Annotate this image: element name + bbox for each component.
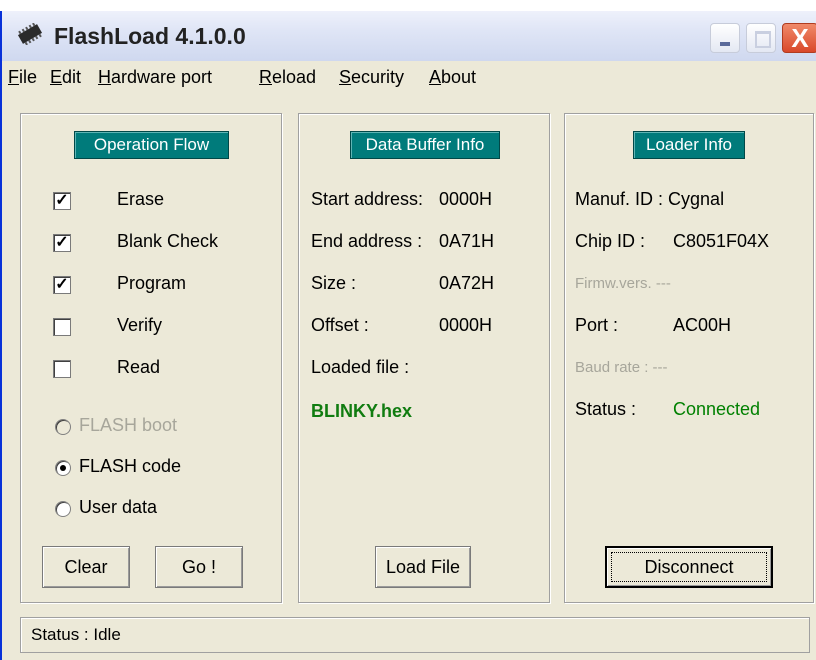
loaded-file-label: Loaded file : (311, 357, 410, 377)
chip-id-label: Chip ID : (575, 231, 646, 251)
start-address-label: Start address: (311, 189, 424, 209)
flash-code-radio[interactable] (55, 460, 71, 476)
app-window: FlashLoad 4.1.0.0 X File Edit Hardware p… (0, 11, 816, 660)
offset-value: 0000H (439, 315, 493, 335)
size-value: 0A72H (439, 273, 495, 293)
menu-reload[interactable]: Reload (259, 67, 316, 88)
loader-status-value: Connected (673, 399, 761, 419)
load-file-button[interactable]: Load File (375, 546, 471, 588)
menu-bar: File Edit Hardware port Reload Security … (2, 61, 816, 95)
menu-edit-label: Edit (50, 67, 82, 87)
loader-info-title: Loader Info (633, 131, 745, 159)
erase-checkbox[interactable]: ✓ (53, 192, 71, 210)
user-data-label: User data (79, 497, 158, 517)
step-blank-check-label: Blank Check (117, 231, 219, 251)
menu-mnemonic: E (50, 67, 63, 87)
step-verify-label: Verify (117, 315, 163, 335)
flash-boot-radio (55, 419, 71, 435)
port-label: Port : (575, 315, 619, 335)
end-address-label: End address : (311, 231, 423, 251)
disconnect-button[interactable]: Disconnect (605, 546, 773, 588)
loaded-file-name: BLINKY.hex (311, 401, 413, 421)
start-address-value: 0000H (439, 189, 493, 209)
menu-mnemonic: H (98, 67, 111, 87)
menu-mnemonic: F (8, 67, 19, 87)
firmware-version: Firmw.vers. --- (575, 275, 671, 292)
menu-about-label: About (429, 67, 477, 87)
data-buffer-title: Data Buffer Info (350, 131, 500, 159)
offset-label: Offset : (311, 315, 369, 335)
menu-reload-label: Reload (259, 67, 317, 87)
flash-code-label: FLASH code (79, 456, 182, 476)
menu-edit[interactable]: Edit (50, 67, 81, 88)
size-label: Size : (311, 273, 357, 293)
read-checkbox[interactable] (53, 360, 71, 378)
status-bar: Status : Idle (20, 617, 810, 653)
data-buffer-panel: Data Buffer Info Start address: 0000H En… (298, 113, 550, 603)
blank-check-checkbox[interactable]: ✓ (53, 234, 71, 252)
menu-mnemonic: R (259, 67, 272, 87)
minimize-icon[interactable] (710, 23, 740, 53)
menu-file[interactable]: File (8, 67, 37, 88)
menu-about[interactable]: About (429, 67, 476, 88)
radio-dot (60, 465, 66, 471)
operation-flow-title: Operation Flow (74, 131, 229, 159)
step-program-label: Program (117, 273, 187, 293)
menu-security[interactable]: Security (339, 67, 404, 88)
menu-security-label: Security (339, 67, 405, 87)
chip-id-value: C8051F04X (673, 231, 770, 251)
menu-mnemonic: S (339, 67, 352, 87)
loader-status-label: Status : (575, 399, 637, 419)
title-bar[interactable]: FlashLoad 4.1.0.0 X (2, 11, 816, 62)
menu-hardware-port-label: Hardware port (98, 67, 213, 87)
manufacturer-id: Manuf. ID : Cygnal (575, 189, 725, 209)
step-read-label: Read (117, 357, 161, 377)
go-button[interactable]: Go ! (155, 546, 243, 588)
menu-hardware-port[interactable]: Hardware port (98, 67, 212, 88)
flash-boot-label: FLASH boot (79, 415, 178, 435)
loader-info-panel: Loader Info Manuf. ID : Cygnal Chip ID :… (564, 113, 814, 603)
menu-file-label: File (8, 67, 38, 87)
close-glyph: X (791, 23, 809, 53)
clear-button[interactable]: Clear (42, 546, 130, 588)
chip-icon (17, 23, 43, 45)
port-value: AC00H (673, 315, 732, 335)
program-checkbox[interactable]: ✓ (53, 276, 71, 294)
end-address-value: 0A71H (439, 231, 495, 251)
operation-flow-panel: Operation Flow ✓ Erase ✓ Blank Check ✓ P… (20, 113, 282, 603)
maximize-icon[interactable] (746, 23, 776, 53)
close-icon[interactable]: X (782, 23, 816, 53)
window-title: FlashLoad 4.1.0.0 (54, 23, 246, 49)
step-erase-label: Erase (117, 189, 165, 209)
baud-rate: Baud rate : --- (575, 359, 668, 376)
user-data-radio[interactable] (55, 501, 71, 517)
verify-checkbox[interactable] (53, 318, 71, 336)
focus-rect (611, 552, 767, 582)
menu-mnemonic: A (429, 67, 442, 87)
